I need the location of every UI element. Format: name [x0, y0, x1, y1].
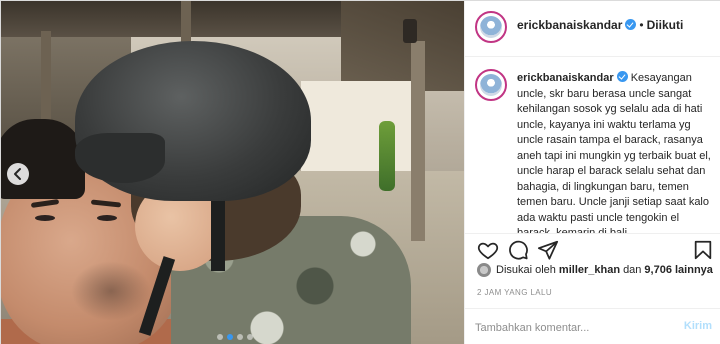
- carousel-dots: [217, 334, 253, 340]
- photo-man-eye: [35, 215, 55, 221]
- follow-status-button[interactable]: Diikuti: [647, 18, 684, 32]
- bookmark-icon[interactable]: [692, 239, 714, 261]
- likes-prefix: Disukai oleh: [496, 264, 556, 276]
- post-comment-button[interactable]: Kirim: [684, 320, 712, 332]
- likes-count[interactable]: 9,706 lainnya: [644, 264, 713, 276]
- likes-user[interactable]: miller_khan: [559, 264, 620, 276]
- avatar[interactable]: [475, 11, 507, 43]
- photo-lamp: [403, 19, 417, 43]
- heart-icon[interactable]: [477, 239, 499, 261]
- post-side-panel: erickbanaiskandar • Diikuti erickbanaiskan…: [464, 1, 720, 344]
- post-frame: erickbanaiskandar • Diikuti erickbanaiskan…: [0, 0, 720, 344]
- comment-bar: Kirim: [465, 308, 720, 344]
- carousel-dot: [247, 334, 253, 340]
- caption-avatar[interactable]: [475, 69, 507, 101]
- photo-plant: [379, 121, 395, 191]
- caption-body: Kesayangan uncle, skr baru berasa uncle …: [517, 72, 711, 233]
- photo-post: [411, 41, 425, 241]
- comment-icon[interactable]: [507, 239, 529, 261]
- carousel-prev-button[interactable]: [7, 163, 29, 185]
- verified-badge-icon: [625, 19, 637, 30]
- post-header: erickbanaiskandar • Diikuti: [465, 1, 720, 57]
- photo-man-eye: [97, 215, 117, 221]
- verified-badge-icon: [616, 71, 628, 82]
- caption-text: erickbanaiskandar Kesayangan uncle, skr …: [517, 71, 717, 233]
- paper-plane-icon[interactable]: [537, 239, 559, 261]
- photo-roof-right: [341, 1, 464, 91]
- carousel-dot: [237, 334, 243, 340]
- caption-area: erickbanaiskandar Kesayangan uncle, skr …: [465, 57, 720, 233]
- liker-avatar[interactable]: [477, 263, 491, 277]
- header-separator: •: [639, 18, 644, 32]
- post-photo[interactable]: [1, 1, 464, 344]
- action-bar: [465, 233, 720, 263]
- carousel-dot: [227, 334, 233, 340]
- comment-input[interactable]: [475, 319, 665, 337]
- chevron-left-icon: [14, 168, 21, 180]
- header-user-line: erickbanaiskandar • Diikuti: [517, 18, 683, 32]
- post-timestamp[interactable]: 2 JAM YANG LALU: [477, 288, 552, 297]
- caption-username[interactable]: erickbanaiskandar: [517, 72, 614, 84]
- photo-man-hair: [1, 119, 85, 199]
- photo-man-beard: [71, 261, 151, 321]
- likes-line: Disukai oleh miller_khan dan 9,706 lainn…: [477, 263, 716, 277]
- header-username[interactable]: erickbanaiskandar: [517, 18, 622, 32]
- carousel-dot: [217, 334, 223, 340]
- likes-connector: dan: [623, 264, 642, 276]
